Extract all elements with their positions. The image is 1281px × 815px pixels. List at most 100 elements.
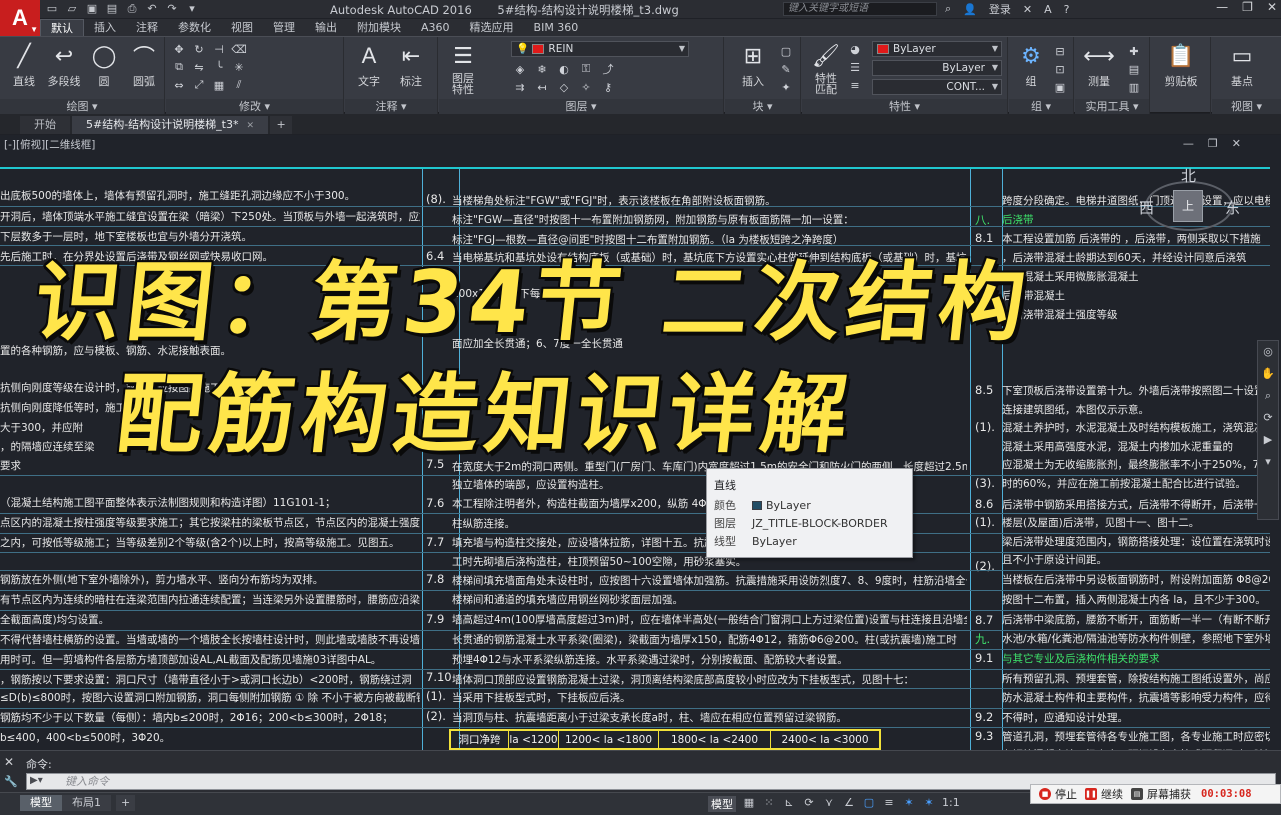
panel-layers-title[interactable]: 图层 ▾ [439, 99, 723, 114]
fillet-icon[interactable]: ╰ [210, 59, 228, 75]
lineweight-display-icon[interactable]: ≡ [882, 796, 896, 812]
grid-icon[interactable]: ▦ [742, 796, 756, 812]
layer-walk-icon[interactable]: ⤴ [599, 61, 617, 77]
tab-parametric[interactable]: 参数化 [168, 19, 221, 36]
color-wheel-icon[interactable]: ◕ [846, 41, 864, 57]
compass-north[interactable]: 北 [1181, 165, 1196, 186]
orbit-icon[interactable]: ⟳ [1258, 407, 1278, 429]
viewport-controls-label[interactable]: [-][俯视][二维线框] [4, 137, 95, 152]
panel-view-title[interactable]: 视图 ▾ [1212, 99, 1281, 114]
edit-attributes-icon[interactable]: ✦ [777, 79, 795, 95]
panel-block-title[interactable]: 块 ▾ [725, 99, 800, 114]
layer-off-icon[interactable]: ◐ [555, 61, 573, 77]
tab-default[interactable]: 默认 [40, 19, 84, 36]
linetype-icon[interactable]: ☰ [846, 59, 864, 75]
application-menu-button[interactable]: A ▼ [0, 0, 40, 36]
exchange-icon[interactable]: ✕ [1023, 3, 1032, 16]
close-icon[interactable]: ✕ [4, 755, 14, 769]
panel-utilities-title[interactable]: 实用工具 ▾ [1075, 99, 1149, 114]
search-input[interactable]: 键入关键字或短语 [783, 2, 937, 16]
close-icon[interactable]: ✕ [1267, 0, 1277, 14]
layer-freeze-icon[interactable]: ❄ [533, 61, 551, 77]
command-prompt-icon[interactable]: ▶▾ [30, 775, 43, 786]
tab-view[interactable]: 视图 [221, 19, 263, 36]
polyline-tool[interactable]: ↩ 多段线 [42, 41, 86, 89]
group-tool[interactable]: ⚙ 组 [1009, 41, 1053, 89]
file-tab-drawing[interactable]: 5#结构-结构设计说明楼梯_t3* ✕ [72, 116, 269, 134]
tab-output[interactable]: 输出 [305, 19, 347, 36]
lineweight-dropdown[interactable]: CONT... ▼ [872, 79, 1002, 95]
circle-tool[interactable]: ◯ 圆 [82, 41, 126, 89]
layer-match-icon[interactable]: ⇉ [511, 79, 529, 95]
layer-properties-tool[interactable]: ☰ 图层 特性 [443, 41, 483, 96]
array-icon[interactable]: ▦ [210, 77, 228, 93]
add-layout-button[interactable]: + [116, 795, 136, 811]
ortho-icon[interactable]: ⊾ [782, 796, 796, 812]
arc-tool[interactable]: ⌒ 圆弧 [122, 41, 166, 89]
save-as-icon[interactable]: ▤ [104, 1, 120, 16]
open-folder-icon[interactable]: ▱ [64, 1, 80, 16]
save-icon[interactable]: ▣ [84, 1, 100, 16]
tab-featured-apps[interactable]: 精选应用 [460, 19, 524, 36]
move-icon[interactable]: ✥ [170, 41, 188, 57]
capture-button[interactable]: ▤ 屏幕捕获 [1131, 786, 1191, 802]
steering-wheel-icon[interactable]: ◎ [1258, 341, 1278, 363]
match-properties-tool[interactable]: 🖌 特性 匹配 [806, 41, 846, 96]
trim-icon[interactable]: ⊣ [210, 41, 228, 57]
panel-draw-title[interactable]: 绘图 ▾ [0, 99, 164, 114]
paste-tool[interactable]: 📋 剪贴板 [1159, 41, 1203, 89]
polar-icon[interactable]: ⟳ [802, 796, 816, 812]
undo-icon[interactable]: ↶ [144, 1, 160, 16]
plot-icon[interactable]: ⎙ [124, 1, 140, 16]
close-icon[interactable]: ✕ [247, 121, 255, 131]
annotation-visibility-icon[interactable]: ✶ [902, 796, 916, 812]
explode-icon[interactable]: ✳ [230, 59, 248, 75]
redo-icon[interactable]: ↷ [164, 1, 180, 16]
base-point-tool[interactable]: ▭ 基点 [1220, 41, 1264, 89]
layer-lock-icon[interactable]: ⚿ [577, 61, 595, 77]
scale-icon[interactable]: ⤢ [190, 77, 208, 93]
search-icon[interactable]: ⌕ [945, 2, 951, 16]
panel-groups-title[interactable]: 组 ▾ [1009, 99, 1073, 114]
tab-a360[interactable]: A360 [411, 19, 460, 36]
qat-customize-icon[interactable]: ▾ [184, 1, 200, 16]
mirror-icon[interactable]: ⇋ [190, 59, 208, 75]
line-tool[interactable]: ╱ 直线 [2, 41, 46, 89]
group-select-icon[interactable]: ▣ [1051, 79, 1069, 95]
layer-unlock-icon[interactable]: ⚷ [599, 79, 617, 95]
minimize-icon[interactable]: — [1216, 0, 1228, 14]
isodraft-icon[interactable]: ⋎ [822, 796, 836, 812]
showmotion-icon[interactable]: ▶ [1258, 429, 1278, 451]
layout-tab-model[interactable]: 模型 [20, 795, 62, 811]
snap-icon[interactable]: ⁙ [762, 796, 776, 812]
layout-tab-layout1[interactable]: 布局1 [62, 795, 111, 811]
copy-icon[interactable]: ⧉ [170, 59, 188, 75]
panel-properties-title[interactable]: 特性 ▾ [802, 99, 1007, 114]
layer-unisolate-icon[interactable]: ◇ [555, 79, 573, 95]
tab-annotate[interactable]: 注释 [126, 19, 168, 36]
edit-block-icon[interactable]: ✎ [777, 61, 795, 77]
linetype-dropdown[interactable]: ByLayer ▼ [872, 60, 1002, 76]
insert-block-tool[interactable]: ⊞ 插入 [731, 41, 775, 89]
id-point-icon[interactable]: ✚ [1125, 43, 1143, 59]
file-tab-start[interactable]: 开始 [20, 116, 70, 134]
erase-icon[interactable]: ⌫ [230, 41, 248, 57]
resume-button[interactable]: ❚❚ 继续 [1085, 786, 1123, 802]
minimize-icon[interactable]: — [1183, 137, 1194, 150]
layer-thaw-icon[interactable]: ✧ [577, 79, 595, 95]
user-icon[interactable]: 👤 [963, 3, 977, 16]
sign-in-link[interactable]: 登录 [989, 1, 1011, 17]
compass-west[interactable]: 西 [1139, 197, 1154, 218]
text-tool[interactable]: A 文字 [347, 41, 391, 89]
annotation-scale[interactable]: 1:1 [942, 796, 960, 812]
new-tab-button[interactable]: + [270, 116, 293, 134]
stop-button[interactable]: ■ 停止 [1039, 786, 1077, 802]
tab-bim360[interactable]: BIM 360 [524, 19, 589, 36]
tab-manage[interactable]: 管理 [263, 19, 305, 36]
layer-dropdown[interactable]: 💡 REIN ▼ [511, 41, 689, 57]
osnap-tracking-icon[interactable]: ∠ [842, 796, 856, 812]
model-space-button[interactable]: 模型 [708, 796, 736, 812]
color-dropdown[interactable]: ByLayer ▼ [872, 41, 1002, 57]
restore-icon[interactable]: ❐ [1208, 137, 1218, 150]
restore-icon[interactable]: ❐ [1242, 0, 1253, 14]
